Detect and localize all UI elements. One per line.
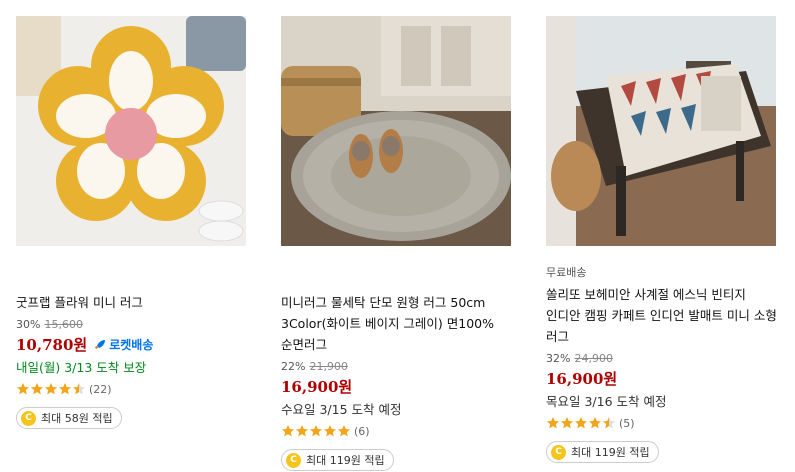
star-icon xyxy=(16,383,30,395)
product-card[interactable]: 굿프랩 플라워 미니 러그 30% 15,600 10,780원 로켓배송 내일(… xyxy=(16,16,248,429)
star-icon xyxy=(602,417,616,429)
star-icon xyxy=(337,425,351,437)
coin-icon: C xyxy=(21,410,36,426)
star-icon xyxy=(44,383,58,395)
star-rating xyxy=(546,416,616,430)
badge xyxy=(16,264,248,282)
rating: (6) xyxy=(281,423,513,439)
points-badge: C 최대 119원 적립 xyxy=(546,441,659,463)
round-rug-image[interactable] xyxy=(281,16,511,246)
star-icon xyxy=(574,417,588,429)
star-icon xyxy=(588,417,602,429)
original-price: 15,600 xyxy=(44,318,83,331)
product-title[interactable]: 굿프랩 플라워 미니 러그 xyxy=(16,292,248,313)
product-grid: 굿프랩 플라워 미니 러그 30% 15,600 10,780원 로켓배송 내일(… xyxy=(0,0,795,472)
star-icon xyxy=(295,425,309,437)
discount-row: 30% 15,600 xyxy=(16,318,248,332)
star-rating xyxy=(16,382,86,396)
review-count: (5) xyxy=(619,416,635,430)
flower-rug-image[interactable] xyxy=(16,16,246,246)
points-label: 최대 119원 적립 xyxy=(306,454,385,467)
discount-rate: 30% xyxy=(16,318,41,331)
star-icon xyxy=(323,425,337,437)
rating: (5) xyxy=(546,415,778,431)
product-title[interactable]: 미니러그 물세탁 단모 원형 러그 50cm 3Color(화이트 베이지 그레… xyxy=(281,292,513,355)
star-icon xyxy=(72,383,86,395)
star-icon xyxy=(546,417,560,429)
delivery-info: 내일(월) 3/13 도착 보장 xyxy=(16,360,147,375)
discount-rate: 32% xyxy=(546,352,571,365)
sale-price: 10,780원 xyxy=(16,336,88,354)
points-badge: C 최대 119원 적립 xyxy=(281,449,394,471)
ethnic-rug-image[interactable] xyxy=(546,16,776,246)
points-label: 최대 58원 적립 xyxy=(41,412,113,425)
product-card[interactable]: 무료배송 쏠리또 보헤미안 사계절 에스닉 빈티지 인디안 캠핑 카페트 인디언… xyxy=(546,16,778,463)
rocket-delivery-badge: 로켓배송 xyxy=(93,336,153,353)
star-icon xyxy=(560,417,574,429)
discount-rate: 22% xyxy=(281,360,306,373)
original-price: 21,900 xyxy=(309,360,348,373)
star-icon xyxy=(281,425,295,437)
delivery-info: 수요일 3/15 도착 예정 xyxy=(281,402,402,417)
rating: (22) xyxy=(16,381,248,397)
product-title[interactable]: 쏠리또 보헤미안 사계절 에스닉 빈티지 인디안 캠핑 카페트 인디언 발매트 … xyxy=(546,284,778,347)
star-icon xyxy=(309,425,323,437)
badge xyxy=(281,264,513,282)
coin-icon: C xyxy=(286,452,301,468)
points-badge: C 최대 58원 적립 xyxy=(16,407,122,429)
discount-row: 32% 24,900 xyxy=(546,352,778,366)
sale-price: 16,900원 xyxy=(281,378,353,396)
coin-icon: C xyxy=(551,444,566,460)
rocket-label: 로켓배송 xyxy=(109,338,154,352)
sale-price: 16,900원 xyxy=(546,370,618,388)
delivery-info: 목요일 3/16 도착 예정 xyxy=(546,394,667,409)
original-price: 24,900 xyxy=(574,352,613,365)
free-shipping-badge: 무료배송 xyxy=(546,266,587,279)
star-icon xyxy=(58,383,72,395)
review-count: (6) xyxy=(354,424,370,438)
product-card[interactable]: 미니러그 물세탁 단모 원형 러그 50cm 3Color(화이트 베이지 그레… xyxy=(281,16,513,471)
points-label: 최대 119원 적립 xyxy=(571,446,650,459)
price-row: 16,900원 xyxy=(281,376,513,397)
price-row: 16,900원 xyxy=(546,368,778,389)
star-icon xyxy=(30,383,44,395)
star-rating xyxy=(281,424,351,438)
rocket-icon xyxy=(95,339,106,349)
review-count: (22) xyxy=(89,382,112,396)
price-row: 10,780원 로켓배송 xyxy=(16,334,248,355)
discount-row: 22% 21,900 xyxy=(281,360,513,374)
